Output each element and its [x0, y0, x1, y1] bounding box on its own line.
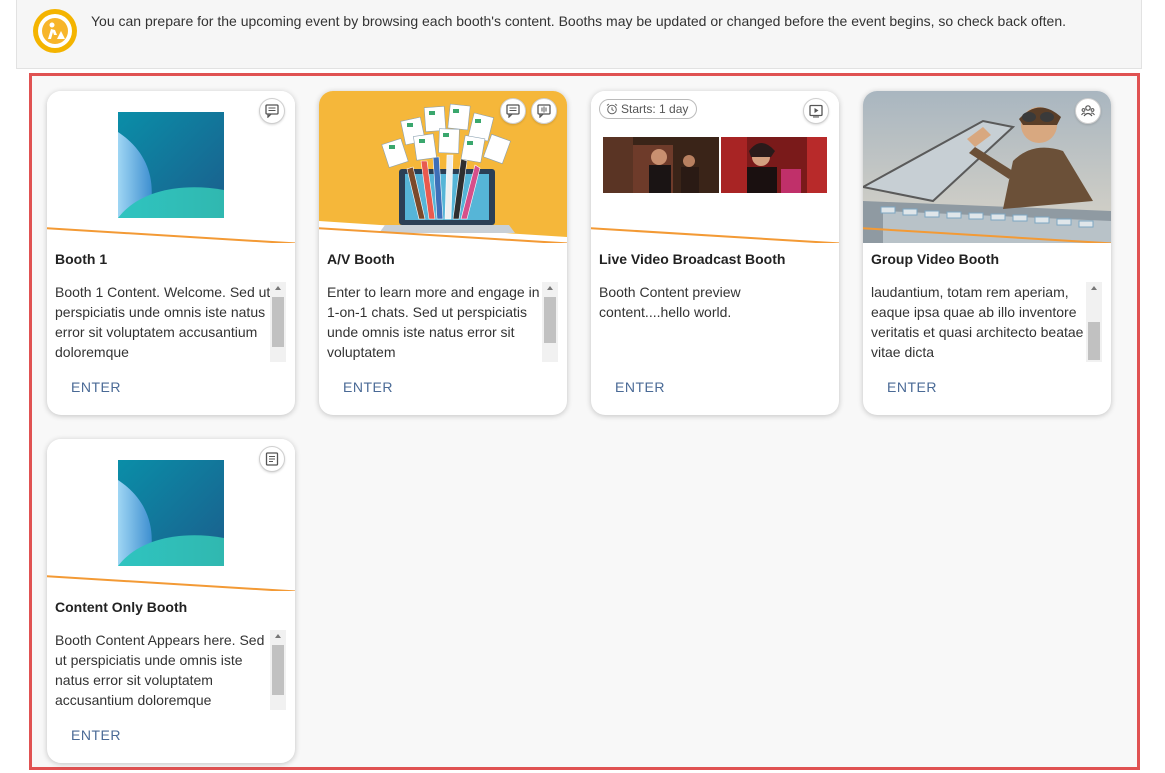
booth-content: Booth Content preview content....hello w… — [599, 284, 741, 320]
group-icon[interactable] — [1075, 98, 1101, 124]
booth-image — [47, 439, 295, 591]
content-scrollbar[interactable] — [270, 282, 286, 362]
booth-card[interactable]: Content Only Booth Booth Content Appears… — [47, 439, 295, 763]
chat-icon[interactable] — [500, 98, 526, 124]
construction-icon — [33, 9, 77, 53]
booth-title: Group Video Booth — [871, 251, 1000, 267]
booth-title: A/V Booth — [327, 251, 395, 267]
info-banner: You can prepare for the upcoming event b… — [16, 0, 1142, 69]
booth-content: laudantium, totam rem aperiam, eaque ips… — [871, 284, 1084, 360]
chat-icon[interactable] — [259, 98, 285, 124]
booth-card[interactable]: Group Video Booth laudantium, totam rem … — [863, 91, 1111, 415]
enter-button[interactable]: ENTER — [887, 379, 937, 395]
voice-chat-icon[interactable] — [531, 98, 557, 124]
enter-button[interactable]: ENTER — [343, 379, 393, 395]
booth-content: Enter to learn more and engage in 1-on-1… — [327, 284, 540, 360]
booth-image — [863, 91, 1111, 243]
document-icon[interactable] — [259, 446, 285, 472]
booth-content: Booth Content Appears here. Sed ut persp… — [55, 632, 265, 708]
booth-image — [47, 91, 295, 243]
booth-card[interactable]: A/V Booth Enter to learn more and engage… — [319, 91, 567, 415]
enter-button[interactable]: ENTER — [615, 379, 665, 395]
starts-label: Starts: 1 day — [621, 102, 689, 116]
enter-button[interactable]: ENTER — [71, 727, 121, 743]
booth-grid: Booth 1 Booth 1 Content. Welcome. Sed ut… — [29, 73, 1140, 770]
content-scrollbar[interactable] — [270, 630, 286, 710]
banner-message: You can prepare for the upcoming event b… — [91, 13, 1067, 29]
content-scrollbar[interactable] — [542, 282, 558, 362]
booth-image — [319, 91, 567, 243]
booth-title: Booth 1 — [55, 251, 108, 267]
booth-card[interactable]: Starts: 1 day Live Video Broadcast Booth… — [591, 91, 839, 415]
content-scrollbar[interactable] — [1086, 282, 1102, 362]
booth-title: Live Video Broadcast Booth — [599, 251, 786, 267]
enter-button[interactable]: ENTER — [71, 379, 121, 395]
alarm-clock-icon — [606, 103, 618, 115]
video-icon[interactable] — [803, 98, 829, 124]
booth-content: Booth 1 Content. Welcome. Sed ut perspic… — [55, 284, 271, 360]
booth-card[interactable]: Booth 1 Booth 1 Content. Welcome. Sed ut… — [47, 91, 295, 415]
starts-countdown-badge: Starts: 1 day — [599, 99, 698, 119]
booth-title: Content Only Booth — [55, 599, 188, 615]
